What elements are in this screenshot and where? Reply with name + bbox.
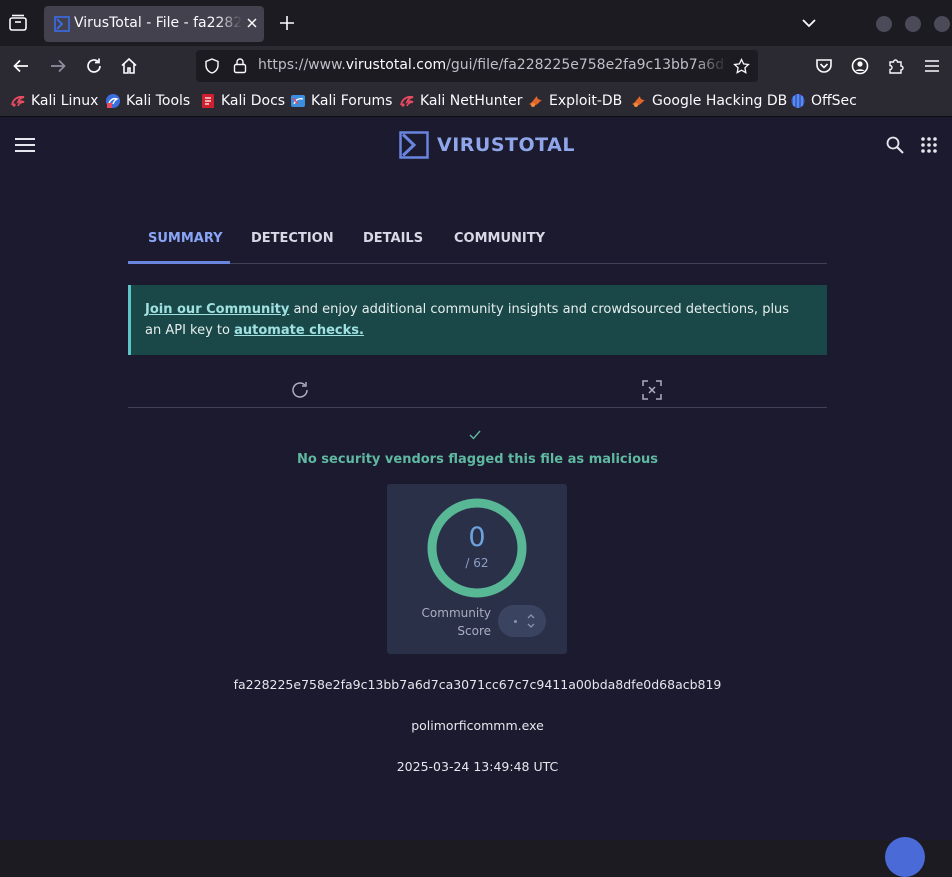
new-tab-icon[interactable] (279, 15, 295, 31)
forward-arrow-icon[interactable] (49, 57, 67, 75)
search-icon[interactable] (886, 136, 904, 154)
check-icon (469, 430, 481, 440)
kali-tools-icon (105, 93, 121, 109)
url-text[interactable]: https://www.virustotal.com/gui/file/fa22… (258, 57, 728, 73)
community-banner: Join our Community and enjoy additional … (128, 285, 827, 355)
tab-details[interactable]: DETAILS (363, 231, 423, 246)
bookmarks-toolbar: Kali Linux Kali Tools Kali Docs Kali For… (0, 86, 952, 117)
banner-text: Join our Community and enjoy additional … (145, 302, 790, 338)
extensions-puzzle-icon[interactable] (887, 57, 905, 75)
apps-grid-icon[interactable] (921, 137, 937, 153)
address-bar[interactable]: https://www.virustotal.com/gui/file/fa22… (196, 50, 758, 82)
community-score-label: Community Score (421, 606, 491, 638)
browser-tab-strip: VirusTotal - File - fa228225e758e2fa9c13… (0, 0, 952, 46)
detection-verdict: No security vendors flagged this file as… (296, 452, 659, 467)
tabs-divider (128, 263, 827, 264)
automate-checks-link[interactable]: automate checks. (234, 323, 364, 338)
virustotal-favicon-icon (54, 16, 70, 32)
tab-summary[interactable]: SUMMARY (148, 231, 223, 246)
home-icon[interactable] (120, 57, 138, 75)
kali-dragon-icon (399, 93, 415, 109)
similar-files-icon[interactable] (642, 380, 662, 400)
offsec-icon (790, 93, 806, 109)
hamburger-menu-icon[interactable] (15, 137, 35, 153)
reanalyze-icon[interactable] (290, 380, 310, 400)
file-name: polimorficommm.exe (411, 718, 544, 733)
virustotal-logo-icon[interactable] (399, 131, 429, 159)
vote-arrows-icon[interactable] (527, 613, 535, 629)
minimize-window-button[interactable] (876, 16, 892, 32)
app-menu-icon[interactable] (923, 57, 941, 75)
account-icon[interactable] (851, 57, 869, 75)
actions-divider (128, 407, 827, 408)
join-community-link[interactable]: Join our Community (145, 302, 289, 317)
exploit-db-icon (631, 93, 647, 109)
kali-dragon-icon (10, 93, 26, 109)
lock-icon[interactable] (232, 57, 248, 74)
close-tab-icon[interactable] (245, 16, 259, 30)
detection-score: 0 (468, 522, 486, 553)
reload-icon[interactable] (85, 57, 103, 75)
tab-overview-icon[interactable] (8, 13, 28, 33)
page-content: VIRUSTOTAL SUMMARY DETECTION DETAILS COM… (0, 117, 952, 877)
chat-bubble-button[interactable] (885, 837, 925, 877)
detection-score-card: 0 / 62 Community Score (387, 484, 567, 654)
detection-total: / 62 (465, 556, 489, 570)
active-tab-indicator (128, 261, 230, 264)
tracking-shield-icon[interactable] (204, 58, 220, 74)
list-all-tabs-icon[interactable] (801, 15, 817, 31)
close-window-button[interactable] (934, 16, 950, 32)
maximize-window-button[interactable] (905, 16, 921, 32)
score-dot-icon (514, 620, 517, 623)
virustotal-logo-text[interactable]: VIRUSTOTAL (437, 134, 575, 156)
file-sha256: fa228225e758e2fa9c13bb7a6d7ca3071cc67c7c… (233, 677, 722, 692)
kali-docs-icon (200, 93, 216, 109)
browser-tab[interactable]: VirusTotal - File - fa228225e758e2fa9c13… (44, 6, 264, 42)
bookmark-star-icon[interactable] (733, 58, 750, 75)
pocket-icon[interactable] (815, 57, 833, 75)
community-score-vote[interactable] (498, 605, 546, 637)
tab-community[interactable]: COMMUNITY (454, 231, 545, 246)
tab-title: VirusTotal - File - fa228225e758e2fa9c13… (74, 15, 242, 31)
tab-detection[interactable]: DETECTION (251, 231, 334, 246)
kali-forums-icon (290, 93, 306, 109)
file-date: 2025-03-24 13:49:48 UTC (396, 759, 559, 774)
exploit-db-icon (528, 93, 544, 109)
back-arrow-icon[interactable] (12, 57, 30, 75)
